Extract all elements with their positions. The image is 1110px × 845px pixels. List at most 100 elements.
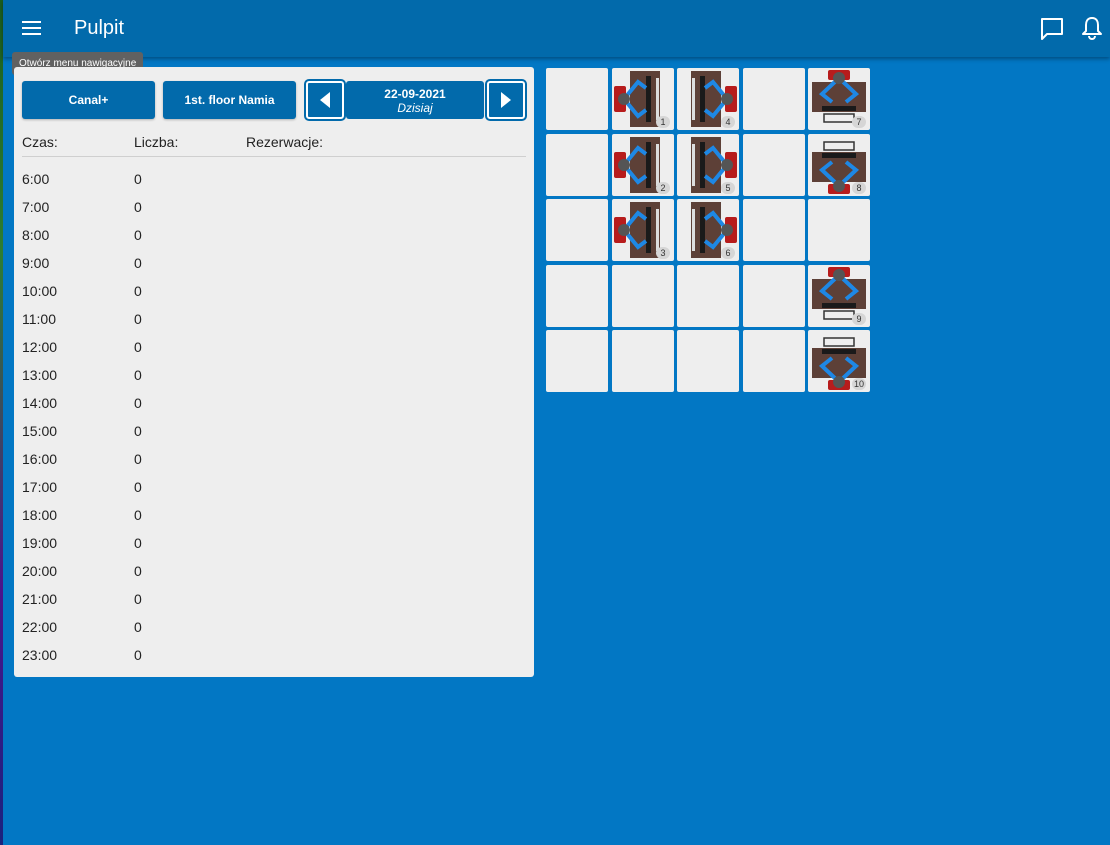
table-row: 7:00 0	[22, 199, 526, 227]
desk-number-badge: 8	[852, 182, 866, 194]
empty-cell[interactable]	[677, 330, 739, 392]
desk-number-badge: 9	[852, 313, 866, 325]
time-rows: 6:00 0 7:00 0 8:00 0 9:00 0 10:00 0 11:00 0 12:00 0 13…	[22, 171, 526, 675]
arrow-left-icon	[320, 92, 330, 108]
table-row: 16:00 0	[22, 451, 526, 479]
desk-1[interactable]: 1	[612, 68, 674, 130]
row-time: 22:00	[22, 619, 58, 635]
next-day-button[interactable]	[485, 79, 527, 121]
date-today-label: Dzisiaj	[397, 101, 433, 115]
row-time: 17:00	[22, 479, 58, 495]
row-count: 0	[134, 479, 142, 495]
window-edge	[0, 0, 3, 845]
row-count: 0	[134, 423, 142, 439]
row-count: 0	[134, 171, 142, 187]
table-row: 9:00 0	[22, 255, 526, 283]
row-time: 8:00	[22, 227, 50, 243]
desk-2[interactable]: 2	[612, 134, 674, 196]
table-row: 17:00 0	[22, 479, 526, 507]
empty-cell[interactable]	[546, 330, 608, 392]
desk-number-badge: 4	[721, 116, 735, 128]
empty-cell[interactable]	[612, 265, 674, 327]
empty-cell[interactable]	[546, 265, 608, 327]
row-time: 12:00	[22, 339, 58, 355]
desk-number-badge: 5	[721, 182, 735, 194]
empty-cell[interactable]	[743, 199, 805, 261]
table-row: 15:00 0	[22, 423, 526, 451]
table-row: 11:00 0	[22, 311, 526, 339]
column-header-time: Czas:	[22, 134, 58, 150]
row-time: 10:00	[22, 283, 58, 299]
floor-button[interactable]: 1st. floor Namia	[163, 81, 296, 119]
desk-7[interactable]: 7	[808, 68, 870, 130]
table-row: 21:00 0	[22, 591, 526, 619]
empty-cell[interactable]	[546, 68, 608, 130]
row-count: 0	[134, 563, 142, 579]
row-count: 0	[134, 227, 142, 243]
empty-cell[interactable]	[612, 330, 674, 392]
column-header-reservations: Rezerwacje:	[246, 134, 324, 150]
table-row: 8:00 0	[22, 227, 526, 255]
empty-cell[interactable]	[743, 68, 805, 130]
empty-cell[interactable]	[743, 265, 805, 327]
desk-number-badge: 2	[656, 182, 670, 194]
desk-4[interactable]: 4	[677, 68, 739, 130]
row-time: 7:00	[22, 199, 50, 215]
page-title: Pulpit	[74, 17, 125, 39]
bell-icon[interactable]	[1081, 15, 1103, 41]
table-row: 20:00 0	[22, 563, 526, 591]
arrow-right-icon	[501, 92, 511, 108]
empty-cell[interactable]	[677, 265, 739, 327]
chat-icon[interactable]	[1039, 16, 1065, 42]
desk-10[interactable]: 10	[808, 330, 870, 392]
row-time: 18:00	[22, 507, 58, 523]
row-count: 0	[134, 619, 142, 635]
row-time: 15:00	[22, 423, 58, 439]
empty-cell[interactable]	[808, 199, 870, 261]
empty-cell[interactable]	[743, 134, 805, 196]
row-time: 20:00	[22, 563, 58, 579]
table-row: 12:00 0	[22, 339, 526, 367]
desk-8[interactable]: 8	[808, 134, 870, 196]
row-count: 0	[134, 311, 142, 327]
table-row: 22:00 0	[22, 619, 526, 647]
row-count: 0	[134, 647, 142, 663]
row-time: 23:00	[22, 647, 58, 663]
column-header-count: Liczba:	[134, 134, 179, 150]
table-row: 10:00 0	[22, 283, 526, 311]
app-bar: Pulpit	[3, 0, 1110, 57]
row-count: 0	[134, 451, 142, 467]
table-row: 23:00 0	[22, 647, 526, 675]
desk-number-badge: 10	[852, 378, 866, 390]
row-time: 9:00	[22, 255, 50, 271]
row-count: 0	[134, 255, 142, 271]
row-time: 19:00	[22, 535, 58, 551]
empty-cell[interactable]	[546, 134, 608, 196]
table-row: 19:00 0	[22, 535, 526, 563]
desk-9[interactable]: 9	[808, 265, 870, 327]
previous-day-button[interactable]	[304, 79, 346, 121]
table-row: 6:00 0	[22, 171, 526, 199]
row-time: 14:00	[22, 395, 58, 411]
desk-number-badge: 6	[721, 247, 735, 259]
row-count: 0	[134, 367, 142, 383]
header-divider	[22, 156, 526, 157]
company-button[interactable]: Canal+	[22, 81, 155, 119]
desk-5[interactable]: 5	[677, 134, 739, 196]
row-time: 11:00	[22, 311, 56, 327]
row-count: 0	[134, 283, 142, 299]
row-count: 0	[134, 395, 142, 411]
menu-icon[interactable]	[19, 13, 47, 43]
table-row: 14:00 0	[22, 395, 526, 423]
desk-6[interactable]: 6	[677, 199, 739, 261]
row-count: 0	[134, 591, 142, 607]
row-count: 0	[134, 535, 142, 551]
empty-cell[interactable]	[743, 330, 805, 392]
row-count: 0	[134, 199, 142, 215]
date-selector[interactable]: 22-09-2021 Dzisiaj	[346, 81, 484, 119]
date-value: 22-09-2021	[384, 87, 446, 101]
row-time: 13:00	[22, 367, 58, 383]
desk-3[interactable]: 3	[612, 199, 674, 261]
empty-cell[interactable]	[546, 199, 608, 261]
row-count: 0	[134, 339, 142, 355]
